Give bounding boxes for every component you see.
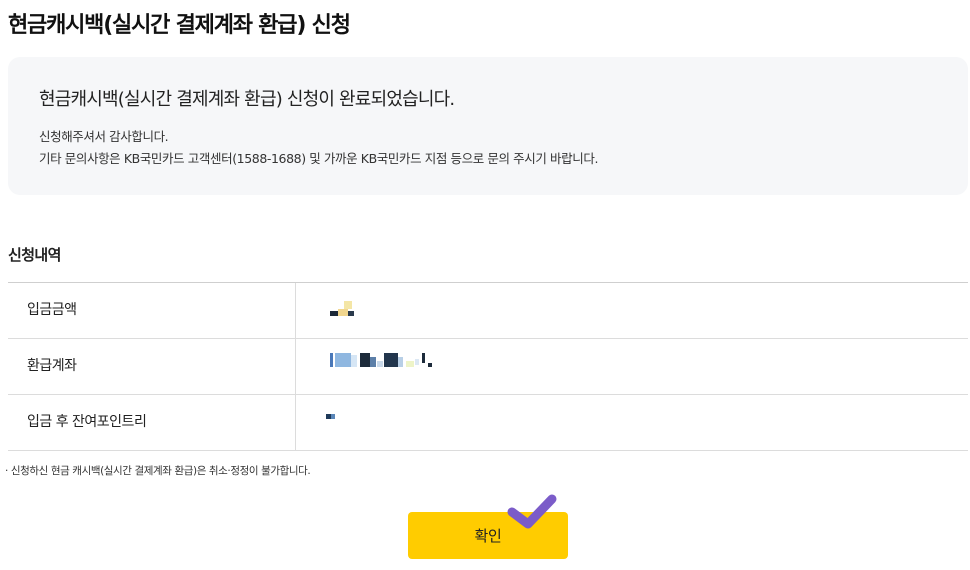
check-icon	[507, 494, 557, 529]
deposit-amount-label: 입금금액	[8, 283, 296, 338]
refund-account-value-masked	[297, 339, 493, 394]
details-section-title: 신청내역	[8, 246, 61, 264]
notice-thanks-text: 신청해주셔서 감사합니다.	[39, 129, 169, 144]
table-row: 입금금액	[8, 283, 968, 339]
remaining-points-label: 입금 후 잔여포인트리	[8, 395, 296, 450]
details-table: 입금금액 환급계좌 입금 후 잔여포인트리	[8, 282, 968, 451]
notice-contact-text: 기타 문의사항은 KB국민카드 고객센터(1588-1688) 및 가까운 KB…	[39, 151, 599, 166]
completion-notice-box: 현금캐시백(실시간 결제계좌 환급) 신청이 완료되었습니다. 신청해주셔서 감…	[8, 57, 968, 195]
table-row: 환급계좌	[8, 339, 968, 395]
page-title: 현금캐시백(실시간 결제계좌 환급) 신청	[8, 13, 351, 38]
refund-account-label: 환급계좌	[8, 339, 296, 394]
cancellation-footnote: · 신청하신 현금 캐시백(실시간 결제계좌 환급)은 취소·정정이 불가합니다…	[5, 465, 311, 477]
table-row: 입금 후 잔여포인트리	[8, 395, 968, 451]
remaining-points-value-masked	[297, 395, 493, 450]
notice-title: 현금캐시백(실시간 결제계좌 환급) 신청이 완료되었습니다.	[39, 89, 455, 110]
deposit-amount-value-masked	[297, 283, 493, 338]
